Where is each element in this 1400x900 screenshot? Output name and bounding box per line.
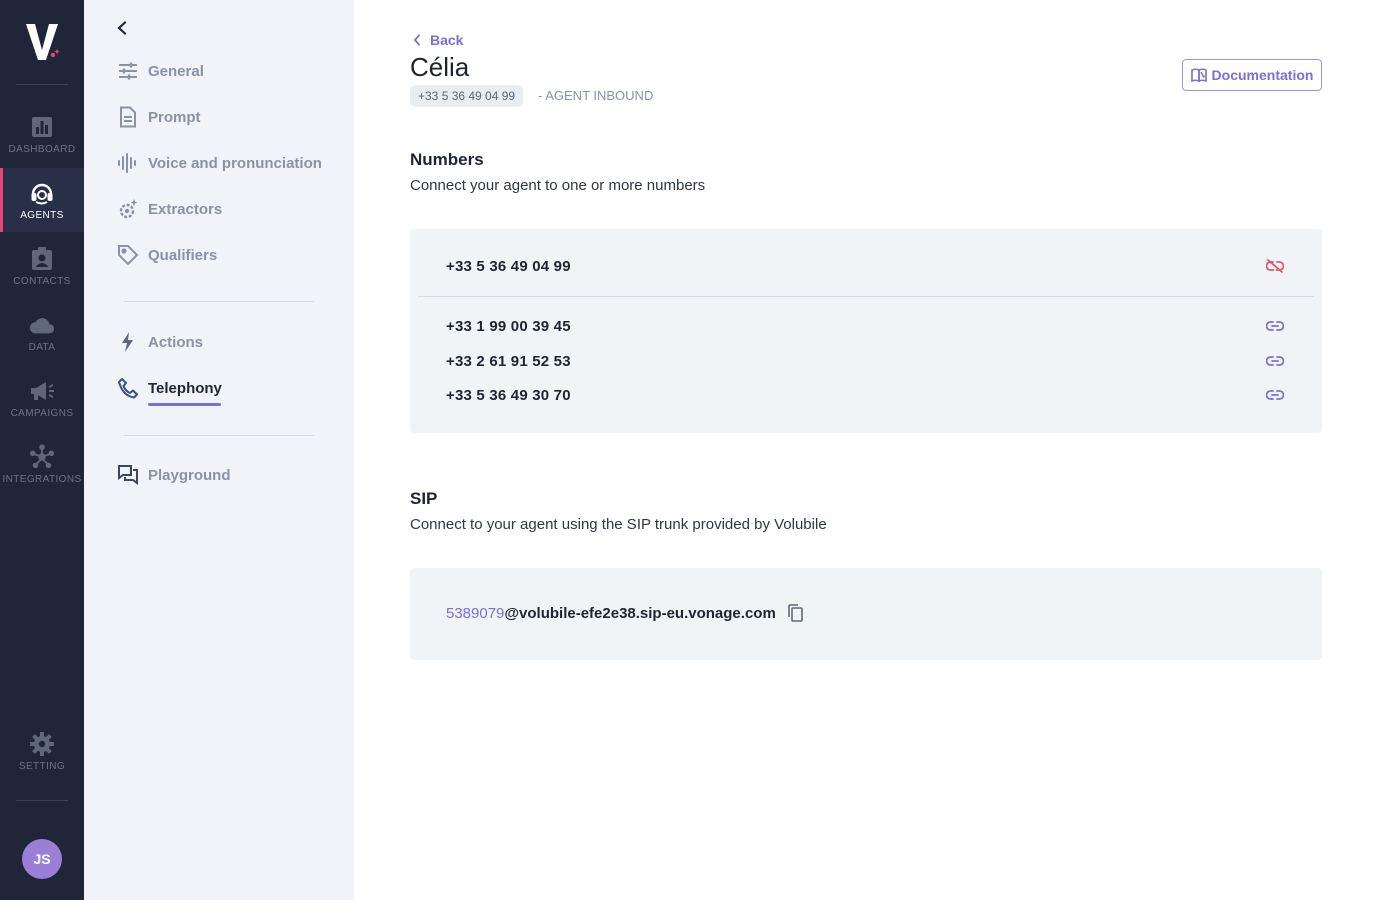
copy-icon: [787, 604, 803, 622]
phone-icon: [116, 376, 140, 400]
rail-label: DASHBOARD: [8, 144, 76, 155]
numbers-card: +33 5 36 49 04 99 +33 1 99 00 39 45 +33 …: [410, 229, 1322, 433]
telephony-panel: Back Célia +33 5 36 49 04 99 - AGENT INB…: [354, 0, 1400, 900]
rail-item-campaigns[interactable]: CAMPAIGNS: [0, 366, 84, 430]
volubile-logo-icon: [26, 24, 60, 60]
contact-card-icon: [29, 246, 55, 272]
lightning-icon: [116, 330, 140, 354]
rail-label: INTEGRATIONS: [2, 474, 82, 485]
user-avatar[interactable]: JS: [22, 839, 62, 879]
documentation-label: Documentation: [1211, 67, 1314, 83]
sip-address: 5389079 @volubile-efe2e38.sip-eu.vonage.…: [446, 602, 806, 624]
gear-icon: [29, 731, 55, 757]
copy-sip-button[interactable]: [784, 602, 806, 624]
agent-settings-nav: General Prompt Voice and pronunciation E…: [84, 0, 354, 900]
rail-item-dashboard[interactable]: DASHBOARD: [0, 102, 84, 166]
collapse-nav-button[interactable]: [112, 18, 132, 38]
available-number: +33 1 99 00 39 45: [446, 317, 571, 335]
agent-phone-badge: +33 5 36 49 04 99: [410, 85, 524, 107]
nav-item-label: Prompt: [148, 108, 201, 126]
numbers-section-subtitle: Connect your agent to one or more number…: [410, 177, 706, 194]
chevron-left-icon: [410, 33, 424, 47]
unlink-number-button[interactable]: [1264, 255, 1286, 277]
document-icon: [116, 105, 140, 129]
nav-item-actions[interactable]: Actions: [116, 328, 203, 356]
link-icon: [1266, 356, 1284, 366]
back-label: Back: [430, 32, 464, 48]
documentation-button[interactable]: Documentation: [1182, 59, 1322, 91]
nav-item-extractors[interactable]: Extractors: [116, 195, 222, 223]
connected-number: +33 5 36 49 04 99: [446, 257, 571, 275]
agent-type-label: - AGENT INBOUND: [538, 88, 654, 103]
waveform-icon: [116, 151, 140, 175]
link-icon: [1266, 321, 1284, 331]
rail-divider: [16, 800, 68, 801]
nav-item-label: General: [148, 62, 204, 80]
nav-item-label: Telephony: [148, 379, 222, 397]
nav-item-playground[interactable]: Playground: [116, 461, 231, 489]
rail-label: AGENTS: [20, 210, 64, 221]
unlink-icon: [1266, 259, 1284, 273]
rail-item-settings[interactable]: SETTING: [0, 719, 84, 783]
active-nav-indicator: [148, 403, 221, 406]
nav-item-general[interactable]: General: [116, 57, 204, 85]
nav-item-prompt[interactable]: Prompt: [116, 103, 201, 131]
back-link[interactable]: Back: [410, 32, 463, 48]
rail-label: CONTACTS: [13, 276, 71, 287]
connected-number-row: +33 5 36 49 04 99: [446, 254, 1286, 278]
sip-domain: @volubile-efe2e38.sip-eu.vonage.com: [504, 604, 776, 622]
nav-item-label: Extractors: [148, 200, 223, 218]
nav-item-label: Voice and pronunciation: [148, 154, 322, 172]
available-number: +33 2 61 91 52 53: [446, 352, 571, 370]
nav-item-voice[interactable]: Voice and pronunciation: [116, 149, 322, 177]
rail-item-data[interactable]: DATA: [0, 300, 84, 364]
nav-item-qualifiers[interactable]: Qualifiers: [116, 241, 217, 269]
headset-icon: [29, 180, 55, 206]
link-number-button[interactable]: [1264, 350, 1286, 372]
hub-icon: [29, 444, 55, 470]
sip-card: 5389079 @volubile-efe2e38.sip-eu.vonage.…: [410, 568, 1322, 660]
rail-label: CAMPAIGNS: [10, 408, 74, 419]
page-title: Célia: [410, 52, 470, 82]
rail-item-integrations[interactable]: INTEGRATIONS: [0, 432, 84, 496]
bar-chart-icon: [29, 114, 55, 140]
chevron-left-icon: [117, 21, 127, 35]
tag-icon: [116, 243, 140, 267]
rail-divider: [16, 84, 68, 85]
rail-label: DATA: [28, 342, 56, 353]
nav-divider: [124, 301, 314, 302]
gear-sparkle-icon: [116, 197, 140, 221]
nav-divider: [124, 435, 314, 436]
rail-item-contacts[interactable]: CONTACTS: [0, 234, 84, 298]
nav-item-label: Actions: [148, 333, 204, 351]
sip-user-id[interactable]: 5389079: [446, 605, 504, 622]
nav-item-label: Playground: [148, 466, 231, 484]
nav-item-telephony[interactable]: Telephony: [116, 374, 222, 402]
book-icon: [1190, 67, 1207, 83]
app-logo[interactable]: [0, 18, 84, 66]
sip-section-title: SIP: [410, 489, 438, 508]
available-number-row: +33 1 99 00 39 45: [446, 314, 1286, 338]
megaphone-icon: [29, 378, 55, 404]
nav-item-label: Qualifiers: [148, 246, 218, 264]
available-number-row: +33 2 61 91 52 53: [446, 349, 1286, 373]
sliders-icon: [116, 59, 140, 83]
rail-item-agents[interactable]: AGENTS: [0, 168, 84, 232]
app-rail: DASHBOARD AGENTS CONTACTS DATA CAMPAIGNS…: [0, 0, 84, 900]
numbers-section-title: Numbers: [410, 150, 484, 169]
available-number: +33 5 36 49 30 70: [446, 386, 571, 404]
card-divider: [418, 296, 1314, 297]
rail-label: SETTING: [18, 761, 66, 772]
cloud-icon: [29, 312, 55, 338]
available-number-row: +33 5 36 49 30 70: [446, 383, 1286, 407]
sip-section-subtitle: Connect to your agent using the SIP trun…: [410, 516, 827, 533]
link-icon: [1266, 390, 1284, 400]
link-number-button[interactable]: [1264, 315, 1286, 337]
chat-icon: [116, 463, 140, 487]
link-number-button[interactable]: [1264, 384, 1286, 406]
